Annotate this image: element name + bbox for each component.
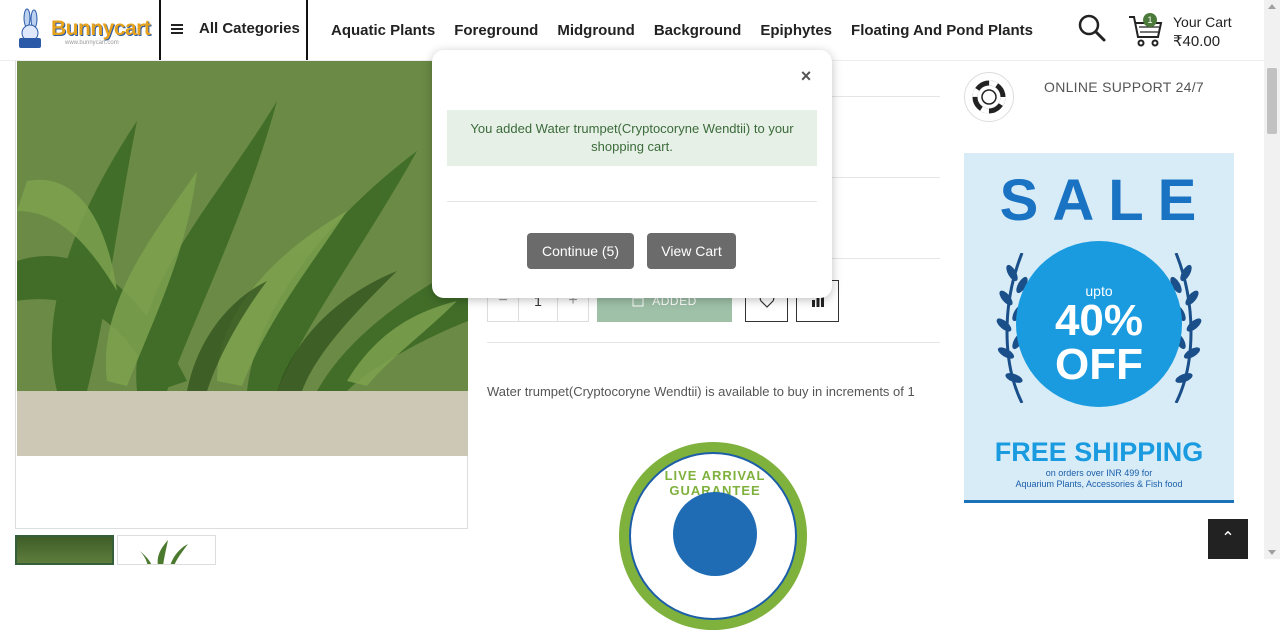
divider xyxy=(447,201,817,202)
scroll-up-arrow-icon[interactable] xyxy=(1268,4,1276,9)
cart-title[interactable]: Your Cart xyxy=(1173,14,1232,30)
divider xyxy=(487,342,940,343)
cart-count-badge: 1 xyxy=(1143,13,1157,27)
sale-off: OFF xyxy=(1055,340,1143,389)
view-cart-button[interactable]: View Cart xyxy=(647,233,736,269)
site-logo[interactable]: Bunnycart www.bunnycart.com xyxy=(15,8,151,52)
back-to-top-button[interactable]: ⌃ xyxy=(1208,519,1248,559)
logo-subtext: www.bunnycart.com xyxy=(65,40,119,46)
logo-text: Bunnycart xyxy=(51,17,151,40)
product-main-image[interactable] xyxy=(17,61,468,456)
product-gallery xyxy=(15,61,468,529)
nav-background[interactable]: Background xyxy=(654,22,742,39)
discount-circle: upto 40% OFF xyxy=(1016,241,1182,407)
continue-button[interactable]: Continue (5) xyxy=(527,233,634,269)
all-categories-button[interactable]: All Categories xyxy=(171,20,300,37)
add-to-cart-modal: × You added Water trumpet(Cryptocoryne W… xyxy=(432,50,832,298)
page-scrollbar[interactable] xyxy=(1264,0,1280,559)
menu-icon xyxy=(171,23,183,34)
online-support-text: ONLINE SUPPORT 24/7 xyxy=(1044,79,1205,95)
close-icon[interactable]: × xyxy=(798,66,814,86)
shipping-condition-line-2: Aquarium Plants, Accessories & Fish food xyxy=(1015,479,1183,489)
main-nav: Aquatic Plants Foreground Midground Back… xyxy=(331,22,1033,39)
divider xyxy=(159,0,161,60)
nav-midground[interactable]: Midground xyxy=(557,22,634,39)
product-thumbnail-1[interactable] xyxy=(15,535,114,565)
shipping-condition: on orders over INR 499 for Aquarium Plan… xyxy=(964,468,1234,490)
all-categories-label: All Categories xyxy=(199,20,300,37)
thumbnail-plant-image xyxy=(136,540,188,564)
search-icon[interactable] xyxy=(1077,13,1107,43)
fish-icon xyxy=(673,492,757,576)
plant-image xyxy=(17,61,468,456)
product-thumbnail-2[interactable] xyxy=(117,535,216,565)
sale-title: SALE xyxy=(999,168,1211,233)
sale-percent: 40% xyxy=(1054,296,1144,345)
live-arrival-badge: LIVE ARRIVAL GUARANTEE xyxy=(619,442,807,630)
nav-aquatic-plants[interactable]: Aquatic Plants xyxy=(331,22,435,39)
cart-total[interactable]: ₹40.00 xyxy=(1173,32,1220,50)
shipping-condition-line-1: on orders over INR 499 for xyxy=(1045,468,1153,478)
scroll-down-arrow-icon[interactable] xyxy=(1268,550,1276,555)
free-shipping-text: FREE SHIPPING xyxy=(994,437,1204,467)
scrollbar-thumb[interactable] xyxy=(1267,68,1277,134)
nav-floating-pond-plants[interactable]: Floating And Pond Plants xyxy=(851,22,1033,39)
lifebuoy-icon xyxy=(964,72,1014,122)
success-message: You added Water trumpet(Cryptocoryne Wen… xyxy=(447,110,817,166)
nav-foreground[interactable]: Foreground xyxy=(454,22,538,39)
availability-text: Water trumpet(Cryptocoryne Wendtii) is a… xyxy=(487,384,915,399)
bunny-icon xyxy=(19,8,41,48)
divider xyxy=(306,0,308,60)
sale-banner[interactable]: SALE upto 40% OFF FREE SHIPPING on order… xyxy=(964,153,1234,503)
nav-epiphytes[interactable]: Epiphytes xyxy=(760,22,832,39)
